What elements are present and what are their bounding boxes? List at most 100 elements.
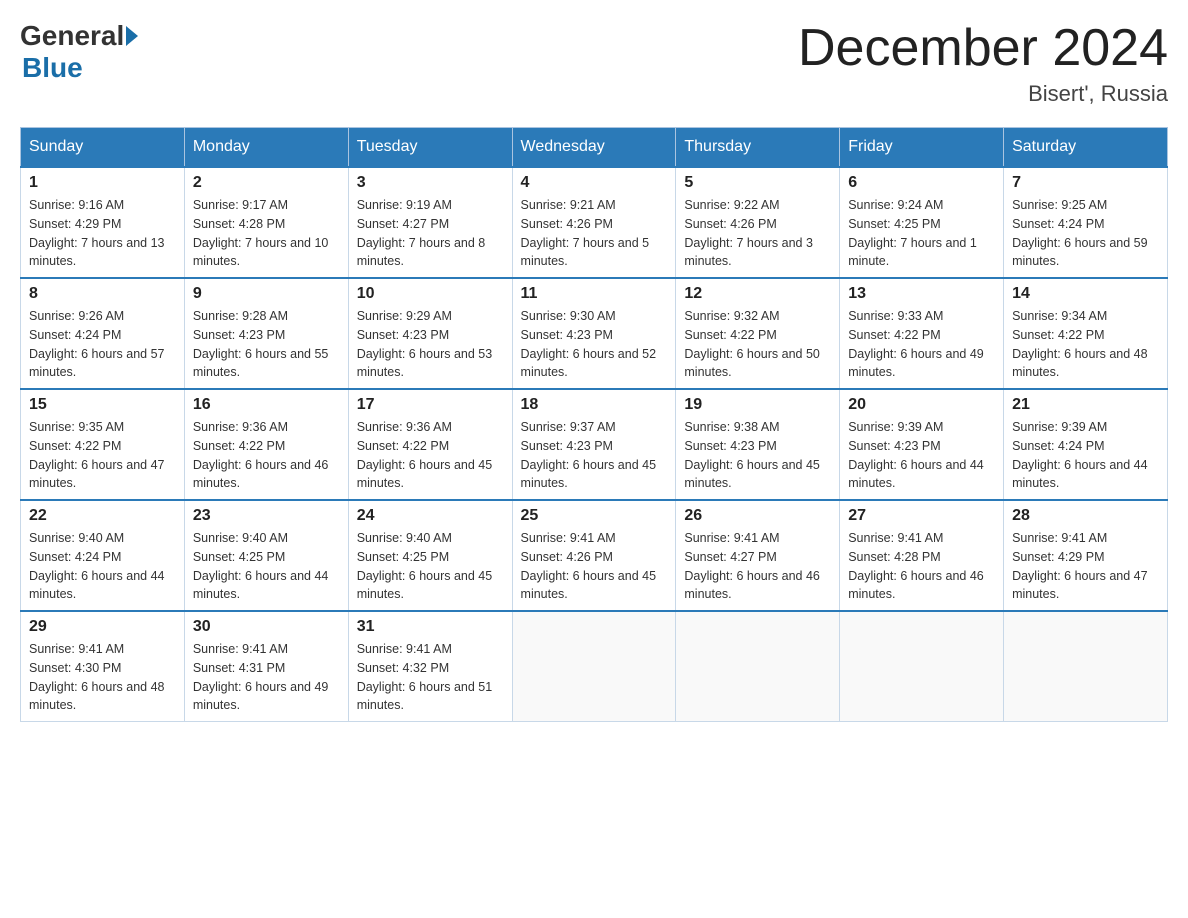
day-info: Sunrise: 9:37 AMSunset: 4:23 PMDaylight:… <box>521 418 668 493</box>
day-info: Sunrise: 9:34 AMSunset: 4:22 PMDaylight:… <box>1012 307 1159 382</box>
calendar-day-cell: 7Sunrise: 9:25 AMSunset: 4:24 PMDaylight… <box>1004 167 1168 278</box>
day-number: 12 <box>684 285 831 303</box>
day-number: 1 <box>29 174 176 192</box>
day-info: Sunrise: 9:41 AMSunset: 4:29 PMDaylight:… <box>1012 529 1159 604</box>
day-number: 27 <box>848 507 995 525</box>
calendar-day-cell <box>840 611 1004 722</box>
day-info: Sunrise: 9:41 AMSunset: 4:32 PMDaylight:… <box>357 640 504 715</box>
calendar-day-cell: 11 Sunrise: 9:30 AMSunset: 4:23 PMDayligh… <box>512 278 676 389</box>
logo-general: General <box>20 20 124 52</box>
day-number: 29 <box>29 618 176 636</box>
day-number: 13 <box>848 285 995 303</box>
day-number: 23 <box>193 507 340 525</box>
calendar-day-cell: 6 Sunrise: 9:24 AMSunset: 4:25 PMDaylight… <box>840 167 1004 278</box>
calendar-day-cell: 22 Sunrise: 9:40 AMSunset: 4:24 PMDayligh… <box>21 500 185 611</box>
day-number: 18 <box>521 396 668 414</box>
calendar-day-cell: 31 Sunrise: 9:41 AMSunset: 4:32 PMDayligh… <box>348 611 512 722</box>
logo-blue: Blue <box>22 52 83 83</box>
day-info: Sunrise: 9:40 AMSunset: 4:25 PMDaylight:… <box>357 529 504 604</box>
day-info: Sunrise: 9:29 AMSunset: 4:23 PMDaylight:… <box>357 307 504 382</box>
day-number: 20 <box>848 396 995 414</box>
day-number: 11 <box>521 285 668 303</box>
page-header: General Blue December 2024 Bisert', Russ… <box>20 20 1168 107</box>
calendar-day-cell: 27Sunrise: 9:41 AMSunset: 4:28 PMDayligh… <box>840 500 1004 611</box>
calendar-week-row: 29Sunrise: 9:41 AMSunset: 4:30 PMDayligh… <box>21 611 1168 722</box>
day-info: Sunrise: 9:17 AMSunset: 4:28 PMDaylight:… <box>193 196 340 271</box>
calendar-week-row: 15Sunrise: 9:35 AMSunset: 4:22 PMDayligh… <box>21 389 1168 500</box>
day-number: 26 <box>684 507 831 525</box>
calendar-day-cell: 3 Sunrise: 9:19 AMSunset: 4:27 PMDaylight… <box>348 167 512 278</box>
calendar-day-cell: 15Sunrise: 9:35 AMSunset: 4:22 PMDayligh… <box>21 389 185 500</box>
calendar-day-cell: 25 Sunrise: 9:41 AMSunset: 4:26 PMDayligh… <box>512 500 676 611</box>
day-number: 16 <box>193 396 340 414</box>
day-number: 4 <box>521 174 668 192</box>
day-info: Sunrise: 9:35 AMSunset: 4:22 PMDaylight:… <box>29 418 176 493</box>
day-number: 31 <box>357 618 504 636</box>
logo-arrow-icon <box>126 26 138 46</box>
day-number: 8 <box>29 285 176 303</box>
calendar-day-cell: 5 Sunrise: 9:22 AMSunset: 4:26 PMDaylight… <box>676 167 840 278</box>
calendar-day-cell: 30 Sunrise: 9:41 AMSunset: 4:31 PMDayligh… <box>184 611 348 722</box>
day-info: Sunrise: 9:25 AMSunset: 4:24 PMDaylight:… <box>1012 196 1159 271</box>
day-number: 24 <box>357 507 504 525</box>
day-info: Sunrise: 9:16 AMSunset: 4:29 PMDaylight:… <box>29 196 176 271</box>
weekday-header-saturday: Saturday <box>1004 128 1168 168</box>
day-info: Sunrise: 9:40 AMSunset: 4:24 PMDaylight:… <box>29 529 176 604</box>
day-info: Sunrise: 9:22 AMSunset: 4:26 PMDaylight:… <box>684 196 831 271</box>
day-info: Sunrise: 9:38 AMSunset: 4:23 PMDaylight:… <box>684 418 831 493</box>
day-info: Sunrise: 9:21 AMSunset: 4:26 PMDaylight:… <box>521 196 668 271</box>
calendar-day-cell: 1 Sunrise: 9:16 AMSunset: 4:29 PMDaylight… <box>21 167 185 278</box>
calendar-day-cell: 18 Sunrise: 9:37 AMSunset: 4:23 PMDayligh… <box>512 389 676 500</box>
day-info: Sunrise: 9:36 AMSunset: 4:22 PMDaylight:… <box>193 418 340 493</box>
day-info: Sunrise: 9:41 AMSunset: 4:27 PMDaylight:… <box>684 529 831 604</box>
calendar-day-cell: 2 Sunrise: 9:17 AMSunset: 4:28 PMDaylight… <box>184 167 348 278</box>
day-info: Sunrise: 9:39 AMSunset: 4:24 PMDaylight:… <box>1012 418 1159 493</box>
weekday-header-friday: Friday <box>840 128 1004 168</box>
calendar-day-cell: 14 Sunrise: 9:34 AMSunset: 4:22 PMDayligh… <box>1004 278 1168 389</box>
day-number: 25 <box>521 507 668 525</box>
day-info: Sunrise: 9:39 AMSunset: 4:23 PMDaylight:… <box>848 418 995 493</box>
calendar-day-cell <box>512 611 676 722</box>
day-info: Sunrise: 9:41 AMSunset: 4:26 PMDaylight:… <box>521 529 668 604</box>
day-number: 14 <box>1012 285 1159 303</box>
day-info: Sunrise: 9:32 AMSunset: 4:22 PMDaylight:… <box>684 307 831 382</box>
calendar-week-row: 8 Sunrise: 9:26 AMSunset: 4:24 PMDaylight… <box>21 278 1168 389</box>
location: Bisert', Russia <box>798 81 1168 107</box>
day-info: Sunrise: 9:19 AMSunset: 4:27 PMDaylight:… <box>357 196 504 271</box>
weekday-header-thursday: Thursday <box>676 128 840 168</box>
day-number: 10 <box>357 285 504 303</box>
day-info: Sunrise: 9:30 AMSunset: 4:23 PMDaylight:… <box>521 307 668 382</box>
day-number: 21 <box>1012 396 1159 414</box>
calendar-day-cell: 8 Sunrise: 9:26 AMSunset: 4:24 PMDaylight… <box>21 278 185 389</box>
day-number: 2 <box>193 174 340 192</box>
day-info: Sunrise: 9:33 AMSunset: 4:22 PMDaylight:… <box>848 307 995 382</box>
title-section: December 2024 Bisert', Russia <box>798 20 1168 107</box>
day-number: 9 <box>193 285 340 303</box>
day-number: 28 <box>1012 507 1159 525</box>
calendar-day-cell: 13 Sunrise: 9:33 AMSunset: 4:22 PMDayligh… <box>840 278 1004 389</box>
calendar-day-cell: 20 Sunrise: 9:39 AMSunset: 4:23 PMDayligh… <box>840 389 1004 500</box>
day-number: 6 <box>848 174 995 192</box>
day-number: 22 <box>29 507 176 525</box>
logo: General Blue <box>20 20 140 84</box>
day-info: Sunrise: 9:41 AMSunset: 4:31 PMDaylight:… <box>193 640 340 715</box>
calendar-day-cell: 23 Sunrise: 9:40 AMSunset: 4:25 PMDayligh… <box>184 500 348 611</box>
calendar-day-cell: 19Sunrise: 9:38 AMSunset: 4:23 PMDayligh… <box>676 389 840 500</box>
calendar-day-cell: 28 Sunrise: 9:41 AMSunset: 4:29 PMDayligh… <box>1004 500 1168 611</box>
calendar-day-cell: 17Sunrise: 9:36 AMSunset: 4:22 PMDayligh… <box>348 389 512 500</box>
calendar-day-cell: 10 Sunrise: 9:29 AMSunset: 4:23 PMDayligh… <box>348 278 512 389</box>
day-info: Sunrise: 9:40 AMSunset: 4:25 PMDaylight:… <box>193 529 340 604</box>
day-number: 5 <box>684 174 831 192</box>
day-info: Sunrise: 9:36 AMSunset: 4:22 PMDaylight:… <box>357 418 504 493</box>
calendar-day-cell: 16 Sunrise: 9:36 AMSunset: 4:22 PMDayligh… <box>184 389 348 500</box>
day-number: 3 <box>357 174 504 192</box>
calendar-day-cell: 21 Sunrise: 9:39 AMSunset: 4:24 PMDayligh… <box>1004 389 1168 500</box>
day-number: 30 <box>193 618 340 636</box>
calendar-day-cell <box>676 611 840 722</box>
month-title: December 2024 <box>798 20 1168 77</box>
calendar-day-cell: 26 Sunrise: 9:41 AMSunset: 4:27 PMDayligh… <box>676 500 840 611</box>
day-info: Sunrise: 9:26 AMSunset: 4:24 PMDaylight:… <box>29 307 176 382</box>
day-info: Sunrise: 9:24 AMSunset: 4:25 PMDaylight:… <box>848 196 995 271</box>
weekday-header-sunday: Sunday <box>21 128 185 168</box>
logo-text: General <box>20 20 140 52</box>
